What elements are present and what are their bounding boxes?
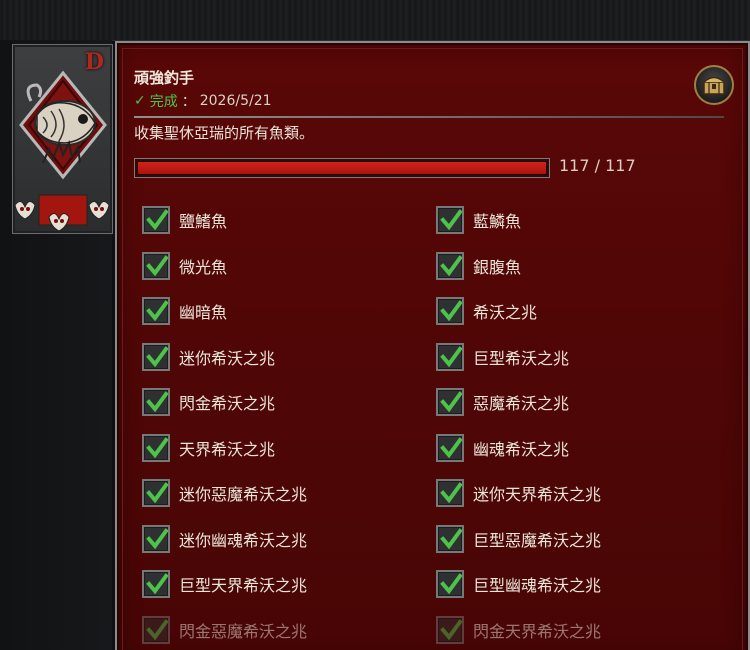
checklist-item: 迷你幽魂希沃之兆: [142, 524, 307, 554]
checkmark-icon: [440, 573, 462, 595]
achievement-badge: D: [12, 44, 113, 234]
checkmark-icon: [146, 573, 168, 595]
checklist-item: 鹽鰭魚: [142, 205, 227, 235]
checklist-item: 銀腹魚: [436, 251, 521, 281]
item-label: 迷你惡魔希沃之兆: [179, 485, 308, 504]
achievement-screen: D 頑強釣手 ✓ 完成 ： 2026/5/21 收集聖休亞瑞的所有魚類。 117…: [0, 0, 750, 650]
checkmark-icon: [146, 300, 168, 322]
checklist-item: 藍鱗魚: [436, 205, 521, 235]
checkmark-icon: [146, 346, 168, 368]
item-checkbox: [436, 525, 464, 553]
checkmark-icon: [146, 619, 168, 641]
checklist-item: 幽暗魚: [142, 296, 227, 326]
top-bar: [0, 0, 750, 41]
checkmark-icon: [146, 482, 168, 504]
horned-skull-icon: [14, 201, 110, 232]
fish-checklist: 鹽鰭魚 藍鱗魚微光魚 銀腹魚幽暗魚 希沃之兆迷你希沃之兆 巨型希沃之兆閃金希沃之兆 惡魔希…: [117, 43, 748, 650]
item-label: 巨型惡魔希沃之兆: [473, 531, 602, 550]
checklist-item: 迷你惡魔希沃之兆: [142, 478, 307, 508]
item-label: 巨型希沃之兆: [473, 349, 570, 368]
item-checkbox: [436, 206, 464, 234]
item-checkbox: [436, 297, 464, 325]
checklist-item: 希沃之兆: [436, 296, 537, 326]
item-checkbox: [142, 616, 170, 644]
item-label: 迷你天界希沃之兆: [473, 485, 602, 504]
checklist-item: 巨型天界希沃之兆: [142, 569, 307, 599]
checkmark-icon: [440, 255, 462, 277]
checkmark-icon: [440, 619, 462, 641]
checklist-item: 閃金天界希沃之兆: [436, 615, 601, 645]
item-label: 銀腹魚: [473, 258, 522, 277]
achievement-panel: 頑強釣手 ✓ 完成 ： 2026/5/21 收集聖休亞瑞的所有魚類。 117 /…: [115, 41, 750, 650]
item-checkbox: [436, 388, 464, 416]
item-label: 微光魚: [179, 258, 228, 277]
item-label: 藍鱗魚: [473, 212, 522, 231]
item-checkbox: [142, 388, 170, 416]
item-checkbox: [436, 343, 464, 371]
checklist-item: 閃金惡魔希沃之兆: [142, 615, 307, 645]
item-checkbox: [142, 570, 170, 598]
checkmark-icon: [440, 346, 462, 368]
item-checkbox: [142, 297, 170, 325]
checkmark-icon: [440, 209, 462, 231]
checklist-item: 幽魂希沃之兆: [436, 433, 569, 463]
item-label: 幽魂希沃之兆: [473, 440, 570, 459]
item-label: 閃金惡魔希沃之兆: [179, 622, 308, 641]
item-label: 閃金希沃之兆: [179, 394, 276, 413]
item-checkbox: [436, 434, 464, 462]
checkmark-icon: [146, 437, 168, 459]
item-label: 鹽鰭魚: [179, 212, 228, 231]
checkmark-icon: [146, 255, 168, 277]
item-checkbox: [436, 252, 464, 280]
checklist-item: 閃金希沃之兆: [142, 387, 275, 417]
item-label: 巨型幽魂希沃之兆: [473, 576, 602, 595]
item-label: 迷你希沃之兆: [179, 349, 276, 368]
item-label: 天界希沃之兆: [179, 440, 276, 459]
item-checkbox: [142, 525, 170, 553]
checkmark-icon: [146, 528, 168, 550]
checklist-item: 巨型惡魔希沃之兆: [436, 524, 601, 554]
item-label: 迷你幽魂希沃之兆: [179, 531, 308, 550]
checkmark-icon: [440, 482, 462, 504]
item-label: 幽暗魚: [179, 303, 228, 322]
checkmark-icon: [146, 391, 168, 413]
checkmark-icon: [440, 391, 462, 413]
checkmark-icon: [146, 209, 168, 231]
checklist-item: 迷你天界希沃之兆: [436, 478, 601, 508]
checklist-item: 巨型希沃之兆: [436, 342, 569, 372]
checklist-item: 迷你希沃之兆: [142, 342, 275, 372]
item-label: 閃金天界希沃之兆: [473, 622, 602, 641]
item-label: 巨型天界希沃之兆: [179, 576, 308, 595]
checklist-item: 微光魚: [142, 251, 227, 281]
checklist-item: 惡魔希沃之兆: [436, 387, 569, 417]
item-checkbox: [436, 616, 464, 644]
item-checkbox: [436, 570, 464, 598]
checkmark-icon: [440, 300, 462, 322]
item-checkbox: [436, 479, 464, 507]
checklist-item: 天界希沃之兆: [142, 433, 275, 463]
item-checkbox: [142, 206, 170, 234]
checklist-item: 巨型幽魂希沃之兆: [436, 569, 601, 599]
item-label: 希沃之兆: [473, 303, 538, 322]
item-checkbox: [142, 252, 170, 280]
item-checkbox: [142, 479, 170, 507]
checkmark-icon: [440, 437, 462, 459]
item-checkbox: [142, 343, 170, 371]
checkmark-icon: [440, 528, 462, 550]
item-checkbox: [142, 434, 170, 462]
item-label: 惡魔希沃之兆: [473, 394, 570, 413]
